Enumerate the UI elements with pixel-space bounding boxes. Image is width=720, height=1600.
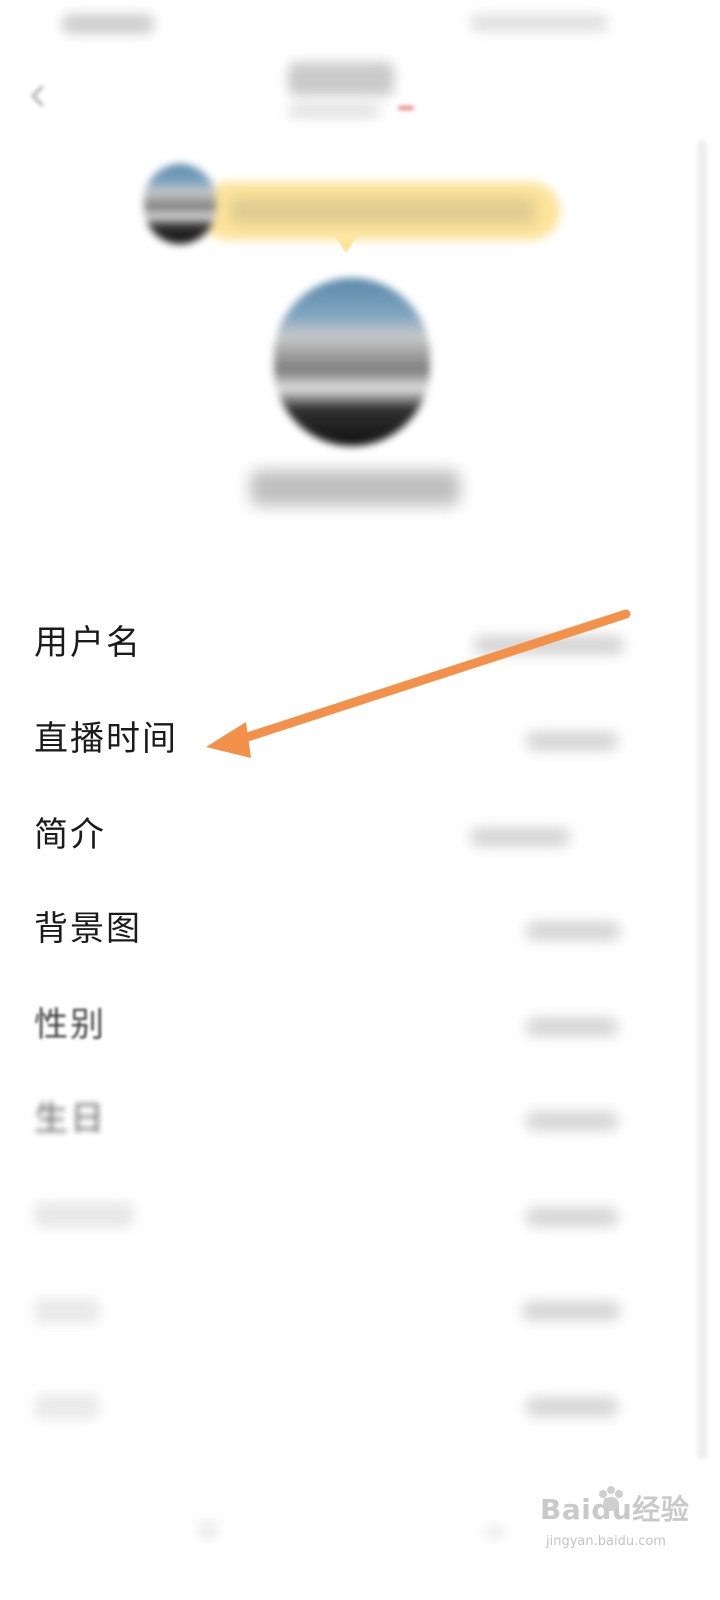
settings-row-value <box>474 636 624 654</box>
settings-row-label: 用户名 <box>34 623 142 663</box>
settings-row-value <box>526 1398 618 1416</box>
status-bar-left-indicators <box>62 14 154 34</box>
settings-row-location[interactable] <box>0 1172 720 1258</box>
settings-row-value <box>522 1302 620 1320</box>
settings-row-background[interactable]: 背景图 <box>0 886 720 972</box>
settings-row-value <box>526 922 620 940</box>
settings-row-label: 简介 <box>34 815 106 855</box>
settings-row-label-blurred <box>34 1202 134 1228</box>
tooltip-avatar <box>144 164 216 244</box>
status-bar <box>0 0 720 48</box>
scrollbar-track[interactable] <box>697 140 707 1460</box>
settings-row-username[interactable]: 用户名 <box>0 600 720 686</box>
watermark: Baidu经验 jingyan.baidu.com <box>540 1486 690 1562</box>
settings-row-label: 性别 <box>34 1005 106 1045</box>
settings-row-label: 背景图 <box>34 909 142 949</box>
profile-settings-list: 用户名 直播时间 简介 背景图 性别 生日 <box>0 600 720 1500</box>
status-bar-right-indicators <box>470 14 608 32</box>
avatar[interactable] <box>274 278 430 446</box>
settings-row-value <box>526 732 618 750</box>
settings-row-value <box>526 1018 618 1036</box>
chevron-left-icon[interactable] <box>28 84 48 108</box>
settings-row-intro[interactable]: 简介 <box>0 792 720 878</box>
settings-row-gender[interactable]: 性别 <box>0 982 720 1068</box>
nav-home-button[interactable] <box>484 1524 506 1540</box>
watermark-url: jingyan.baidu.com <box>546 1534 666 1549</box>
tooltip-banner-text <box>230 198 535 224</box>
settings-row-school[interactable] <box>0 1266 720 1352</box>
settings-row-label-blurred <box>34 1298 100 1324</box>
page-subtitle <box>288 104 380 118</box>
settings-row-value <box>526 1112 618 1130</box>
baidu-paw-icon <box>599 1486 623 1511</box>
settings-row-birthday[interactable]: 生日 <box>0 1076 720 1162</box>
settings-row-value <box>526 1208 618 1226</box>
nav-back-button[interactable] <box>198 1520 218 1540</box>
settings-row-occupation[interactable] <box>0 1362 720 1448</box>
settings-row-value <box>470 828 570 846</box>
header-accent-dot <box>398 106 414 110</box>
nickname <box>250 470 460 506</box>
settings-row-label: 生日 <box>34 1099 106 1139</box>
settings-row-live-time[interactable]: 直播时间 <box>0 696 720 782</box>
page-title <box>288 62 394 96</box>
settings-row-label: 直播时间 <box>34 719 178 759</box>
settings-row-label-blurred <box>34 1394 100 1420</box>
tooltip-pointer <box>334 234 358 254</box>
